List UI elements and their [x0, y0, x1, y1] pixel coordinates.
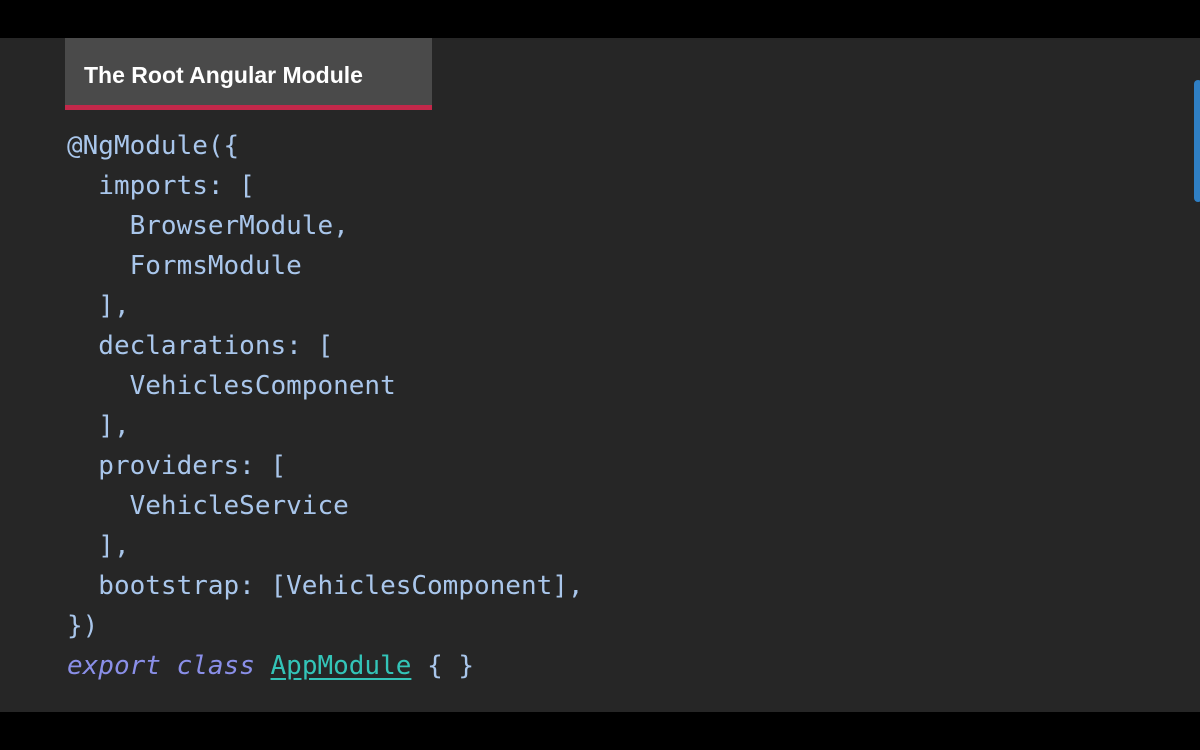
class-body: { } — [427, 651, 475, 681]
class-name-link[interactable]: AppModule — [271, 651, 412, 681]
class-keyword: class — [176, 651, 255, 681]
code-line: VehicleService — [67, 491, 349, 521]
code-line: ], — [67, 291, 130, 321]
export-line: export class AppModule { } — [67, 646, 584, 686]
letterbox-bottom — [0, 712, 1200, 750]
scrollbar-handle[interactable] — [1194, 80, 1200, 202]
slide-title: The Root Angular Module — [84, 62, 363, 88]
letterbox-top — [0, 0, 1200, 38]
code-line: ], — [67, 531, 130, 561]
code-line: FormsModule — [67, 251, 302, 281]
code-line: BrowserModule, — [67, 211, 349, 241]
code-line: ], — [67, 411, 130, 441]
code-line: declarations: [ — [67, 331, 334, 361]
code-line: imports: [ — [67, 171, 255, 201]
code-line: VehiclesComponent — [67, 371, 396, 401]
slide: The Root Angular Module @NgModule({ impo… — [0, 38, 1200, 712]
code-block: @NgModule({ imports: [ BrowserModule, Fo… — [67, 126, 584, 686]
code-line: providers: [ — [67, 451, 287, 481]
slide-title-bar: The Root Angular Module — [65, 38, 432, 110]
code-line: }) — [67, 611, 99, 641]
code-line: @NgModule({ — [67, 131, 240, 161]
code-line: bootstrap: [VehiclesComponent], — [67, 571, 584, 601]
export-keyword: export — [67, 651, 161, 681]
